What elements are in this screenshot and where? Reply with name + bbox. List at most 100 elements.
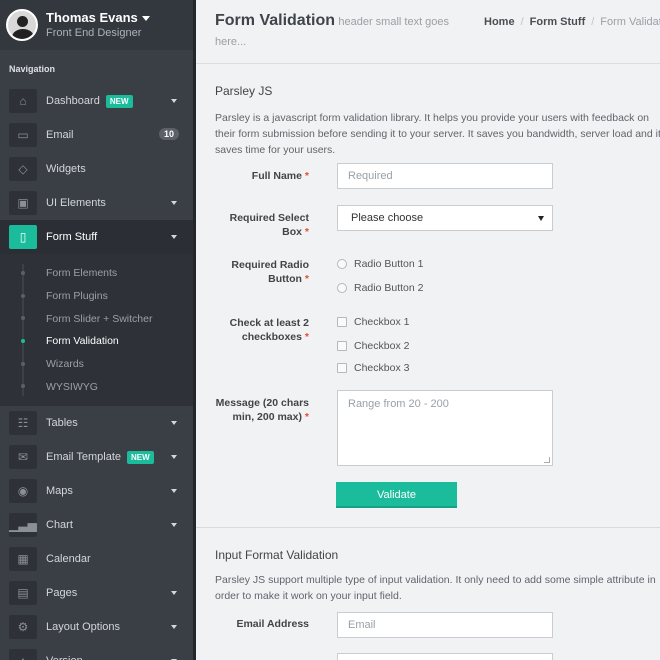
chevron-down-icon <box>171 201 177 205</box>
radio-label: Required Radio Button * <box>231 259 309 285</box>
chevron-down-icon <box>171 455 177 460</box>
checkbox-icon[interactable] <box>337 341 347 351</box>
briefcase-icon: ▣ <box>9 191 37 215</box>
subnav-form-stuff: Form Elements Form Plugins Form Slider + S… <box>0 254 193 407</box>
page-subtitle: header small text goes <box>338 16 450 28</box>
sidebar-item-maps[interactable]: ◉ Maps <box>0 474 193 508</box>
radio-circle-icon[interactable] <box>337 283 347 293</box>
parsley-panel: Parsley JS Parsley is a javascript form … <box>196 64 660 158</box>
page-header: Form Validation header small text goes h… <box>196 0 660 64</box>
count-badge: 10 <box>158 128 179 140</box>
chevron-down-icon <box>171 489 177 494</box>
radio-circle-icon[interactable] <box>337 259 347 269</box>
required-select[interactable]: Please choose <box>337 205 553 231</box>
bullet-dot-icon <box>21 316 25 321</box>
checkbox-option-1[interactable]: Checkbox 1 <box>337 316 409 328</box>
radio-option-2[interactable]: Radio Button 2 <box>337 282 423 294</box>
sidebar-item-label: Pages <box>46 587 78 600</box>
checkbox-icon[interactable] <box>337 363 347 373</box>
page-title: Form Validation <box>215 12 336 29</box>
validate-button[interactable]: Validate <box>336 482 457 508</box>
message-textarea[interactable]: Range from 20 - 200 <box>337 390 553 466</box>
sidebar-item-label: Form Stuff <box>46 231 98 243</box>
subnav-item-label: Form Slider + Switcher <box>46 312 153 325</box>
chevron-down-icon <box>171 523 177 528</box>
radio-option-1[interactable]: Radio Button 1 <box>337 258 423 270</box>
sidebar-item-label: Version <box>46 655 83 660</box>
resize-handle-icon[interactable] <box>544 457 550 463</box>
select-label: Required Select Box * <box>229 212 309 238</box>
subnav-item-label: WYSIWYG <box>46 380 98 393</box>
subnav-item-label: Form Plugins <box>46 290 108 303</box>
full-name-input[interactable]: Required <box>337 163 553 189</box>
diamond-icon: ◇ <box>9 157 37 181</box>
breadcrumb-home[interactable]: Home <box>484 16 515 28</box>
panel-title-input-format: Input Format Validation <box>215 548 339 562</box>
email-input[interactable]: Email <box>337 612 553 638</box>
bullet-dot-icon <box>21 293 25 298</box>
nav-heading: Navigation <box>9 64 56 74</box>
subnav-item-form-validation[interactable]: Form Validation <box>0 330 193 353</box>
bullet-dot-icon <box>21 384 25 389</box>
dropdown-arrow-icon <box>538 216 544 221</box>
chevron-down-icon <box>171 421 177 426</box>
chevron-down-icon <box>171 99 177 103</box>
bullet-dot-icon <box>21 271 25 275</box>
subnav-item-label: Form Validation <box>46 335 119 348</box>
sidebar-item-dashboard[interactable]: ⌂ Dashboard NEW <box>0 84 193 118</box>
user-profile[interactable]: Thomas Evans Front End Designer <box>0 0 193 50</box>
checkbox-option-3[interactable]: Checkbox 3 <box>337 362 409 374</box>
breadcrumb-form-stuff[interactable]: Form Stuff <box>530 16 586 28</box>
envelope-icon: ✉ <box>9 445 37 470</box>
grid-icon: ☷ <box>9 411 37 436</box>
sidebar: Thomas Evans Front End Designer Navigati… <box>0 0 193 660</box>
sidebar-item-chart[interactable]: ▁▃▅ Chart <box>0 508 193 542</box>
subnav-item-wysiwyg[interactable]: WYSIWYG <box>0 375 193 398</box>
sidebar-item-label: Tables <box>46 417 78 430</box>
subnav-item-wizards[interactable]: Wizards <box>0 353 193 376</box>
checkbox-option-2[interactable]: Checkbox 2 <box>337 340 409 352</box>
bullet-dot-icon <box>21 361 25 366</box>
subnav-item-label: Form Elements <box>46 267 118 280</box>
input-format-description: Parsley JS support multiple type of inpu… <box>215 574 656 602</box>
sidebar-item-tables[interactable]: ☷ Tables <box>0 406 193 440</box>
sidebar-item-calendar[interactable]: ▦ Calendar <box>0 542 193 576</box>
chevron-down-icon <box>171 591 177 596</box>
full-name-label: Full Name * <box>251 170 309 182</box>
sidebar-item-label: Chart <box>46 519 73 532</box>
main-content: Form Validation header small text goes h… <box>196 0 660 660</box>
subnav-item-form-plugins[interactable]: Form Plugins <box>0 285 193 308</box>
sidebar-item-email[interactable]: ▭ Email 10 <box>0 118 193 152</box>
subnav-item-form-elements[interactable]: Form Elements <box>0 262 193 285</box>
message-label: Message (20 chars min, 200 max) * <box>215 397 309 423</box>
sidebar-item-label: Layout Options <box>46 621 120 634</box>
new-badge: NEW <box>127 450 154 464</box>
map-pin-icon: ◉ <box>9 479 37 504</box>
sidebar-item-form-stuff[interactable]: ▯ Form Stuff <box>0 220 193 254</box>
file-icon: ▯ <box>9 225 37 249</box>
caret-down-icon <box>141 16 150 22</box>
tag-icon: ▲ <box>9 649 37 660</box>
next-input[interactable] <box>337 653 553 660</box>
sidebar-item-widgets[interactable]: ◇ Widgets <box>0 152 193 186</box>
panel-title-parsley: Parsley JS <box>215 84 273 98</box>
subnav-item-form-slider-switcher[interactable]: Form Slider + Switcher <box>0 307 193 330</box>
email-label: Email Address <box>236 618 309 630</box>
sidebar-item-version[interactable]: ▲ Version <box>0 644 193 660</box>
panel-divider <box>196 527 660 528</box>
bullet-dot-icon <box>21 339 25 344</box>
sidebar-item-label: Maps <box>46 485 73 498</box>
breadcrumb-current: Form Validation <box>600 16 660 28</box>
sidebar-item-pages[interactable]: ▤ Pages <box>0 576 193 610</box>
sidebar-item-layout-options[interactable]: ⚙ Layout Options <box>0 610 193 644</box>
sidebar-item-ui-elements[interactable]: ▣ UI Elements <box>0 186 193 220</box>
sidebar-item-label: Calendar <box>46 553 91 566</box>
subnav-item-label: Wizards <box>46 358 84 371</box>
checkbox-icon[interactable] <box>337 317 347 327</box>
page-subtitle-continued: here... <box>215 36 247 48</box>
sidebar-item-label: Widgets <box>46 163 86 175</box>
sidebar-item-label: Email Template <box>46 451 121 464</box>
sidebar-item-email-template[interactable]: ✉ Email Template NEW <box>0 440 193 474</box>
home-icon: ⌂ <box>9 89 37 113</box>
input-format-panel: Input Format Validation Parsley JS suppo… <box>215 548 656 604</box>
